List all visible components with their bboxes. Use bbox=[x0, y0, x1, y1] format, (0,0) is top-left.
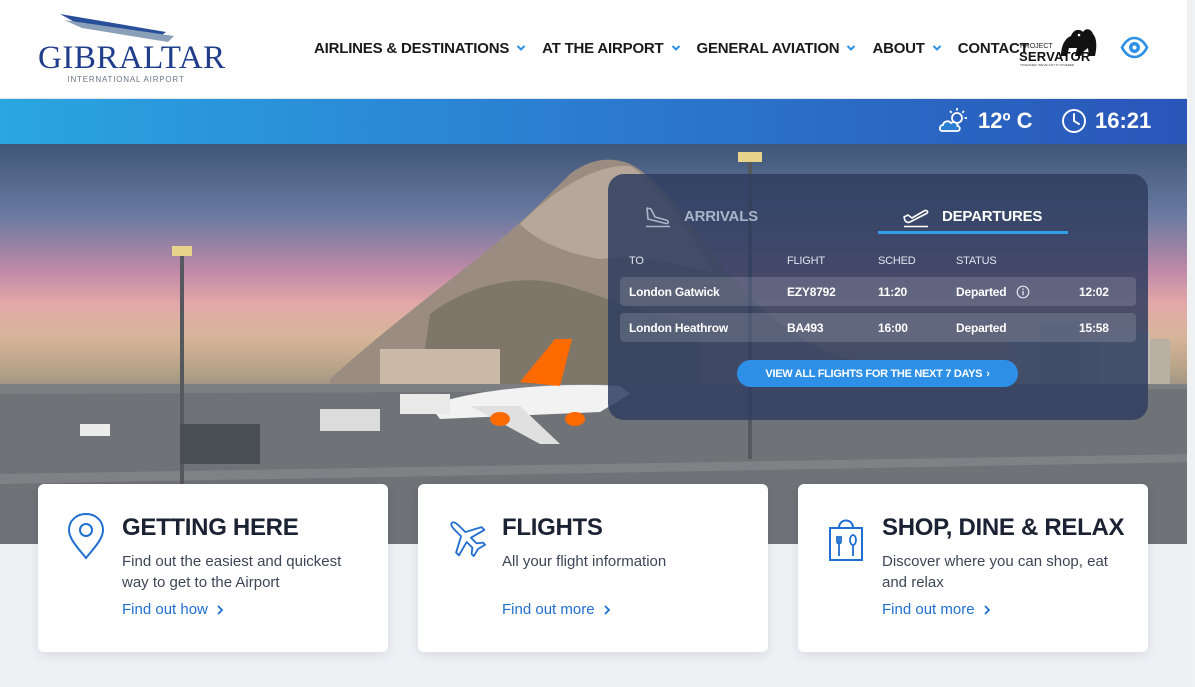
card-link-label: Find out more bbox=[882, 601, 975, 618]
chevron-right-icon bbox=[217, 604, 224, 615]
find-out-more-link[interactable]: Find out more bbox=[502, 601, 611, 618]
card-description: Find out the easiest and quickest way to… bbox=[122, 553, 342, 591]
flight-number: BA493 bbox=[787, 321, 824, 335]
temperature: 12º C bbox=[978, 108, 1033, 133]
nav-label: ABOUT bbox=[872, 39, 925, 57]
card-title: SHOP, DINE & RELAX bbox=[882, 514, 1125, 541]
card-shop-dine-relax[interactable]: SHOP, DINE & RELAX Discover where you ca… bbox=[798, 484, 1148, 652]
tab-departures-label: DEPARTURES bbox=[942, 207, 1043, 225]
column-header-status: STATUS bbox=[956, 255, 997, 267]
main-nav: AIRLINES & DESTINATIONS AT THE AIRPORT G… bbox=[314, 38, 1029, 58]
flights-panel: ARRIVALS DEPARTURES TO FLIGHT SCHED STAT… bbox=[608, 174, 1148, 420]
chevron-down-icon bbox=[671, 45, 680, 51]
airplane-icon bbox=[450, 521, 486, 557]
nav-label: AT THE AIRPORT bbox=[542, 39, 664, 57]
view-all-flights-button[interactable]: VIEW ALL FLIGHTS FOR THE NEXT 7 DAYS › bbox=[737, 360, 1018, 387]
gibraltar-logo[interactable]: GIBRALTAR INTERNATIONAL AIRPORT bbox=[38, 12, 226, 86]
tab-departures[interactable]: DEPARTURES bbox=[902, 196, 1042, 236]
flight-status: Departed bbox=[956, 321, 1007, 335]
flight-destination: London Heathrow bbox=[629, 321, 728, 335]
card-getting-here[interactable]: GETTING HERE Find out the easiest and qu… bbox=[38, 484, 388, 652]
servator-title: SERVATOR bbox=[1019, 49, 1091, 64]
site-header: GIBRALTAR INTERNATIONAL AIRPORT AIRLINES… bbox=[0, 0, 1195, 99]
flight-scheduled-time: 16:00 bbox=[878, 321, 908, 335]
find-out-more-link[interactable]: Find out more bbox=[882, 601, 991, 618]
eye-icon[interactable] bbox=[1120, 34, 1149, 61]
flight-destination: London Gatwick bbox=[629, 285, 720, 299]
servator-tagline: TOGETHER, WE'VE GOT IT COVERED bbox=[1020, 63, 1075, 67]
flight-actual-time: 12:02 bbox=[1079, 285, 1109, 299]
chevron-right-icon bbox=[983, 604, 990, 615]
nav-label: GENERAL AVIATION bbox=[696, 39, 840, 57]
card-title: GETTING HERE bbox=[122, 514, 299, 541]
shop-dine-icon bbox=[829, 519, 863, 561]
flight-status: Departed bbox=[956, 285, 1007, 299]
card-link-label: Find out more bbox=[502, 601, 595, 618]
find-out-how-link[interactable]: Find out how bbox=[122, 601, 224, 618]
flight-row[interactable]: London Gatwick EZY8792 11:20 Departed 12… bbox=[620, 277, 1136, 306]
column-header-to: TO bbox=[629, 255, 644, 267]
nav-general-aviation[interactable]: GENERAL AVIATION bbox=[697, 40, 857, 57]
flight-row[interactable]: London Heathrow BA493 16:00 Departed 15:… bbox=[620, 313, 1136, 342]
card-link-label: Find out how bbox=[122, 601, 208, 618]
nav-contact[interactable]: CONTACT bbox=[958, 40, 1029, 57]
chevron-down-icon bbox=[847, 45, 856, 51]
partly-cloudy-icon bbox=[938, 108, 967, 132]
column-header-flight: FLIGHT bbox=[787, 255, 825, 267]
chevron-right-icon bbox=[603, 604, 610, 615]
chevron-right-icon: › bbox=[986, 367, 990, 380]
card-title: FLIGHTS bbox=[502, 514, 603, 541]
chevron-down-icon bbox=[932, 45, 941, 51]
nav-label: CONTACT bbox=[957, 39, 1029, 57]
info-icon[interactable] bbox=[1016, 285, 1030, 299]
column-header-sched: SCHED bbox=[878, 255, 916, 267]
local-time: 16:21 bbox=[1095, 108, 1152, 133]
card-flights[interactable]: FLIGHTS All your flight information Find… bbox=[418, 484, 768, 652]
page-scrollbar[interactable] bbox=[1187, 0, 1195, 687]
map-pin-icon bbox=[67, 512, 105, 560]
logo-wordmark: GIBRALTAR bbox=[38, 40, 226, 76]
tab-arrivals-label: ARRIVALS bbox=[684, 207, 758, 225]
card-description: Discover where you can shop, eat and rel… bbox=[882, 553, 1108, 591]
nav-at-the-airport[interactable]: AT THE AIRPORT bbox=[542, 40, 680, 57]
nav-airlines-destinations[interactable]: AIRLINES & DESTINATIONS bbox=[314, 40, 526, 57]
chevron-down-icon bbox=[516, 45, 526, 51]
project-servator-logo[interactable]: PROJECT SERVATOR TOGETHER, WE'VE GOT IT … bbox=[1019, 26, 1099, 70]
view-all-label: VIEW ALL FLIGHTS FOR THE NEXT 7 DAYS bbox=[765, 367, 983, 380]
plane-takeoff-icon bbox=[903, 209, 929, 228]
active-tab-indicator bbox=[878, 231, 1068, 234]
flight-scheduled-time: 11:20 bbox=[878, 285, 908, 299]
nav-about[interactable]: ABOUT bbox=[872, 40, 941, 57]
flight-actual-time: 15:58 bbox=[1079, 321, 1109, 335]
logo-subtitle: INTERNATIONAL AIRPORT bbox=[67, 75, 185, 84]
tab-arrivals[interactable]: ARRIVALS bbox=[644, 196, 758, 236]
nav-label: AIRLINES & DESTINATIONS bbox=[314, 39, 510, 57]
flight-number: EZY8792 bbox=[787, 285, 836, 299]
plane-landing-icon bbox=[646, 207, 670, 228]
clock-icon bbox=[1062, 109, 1086, 133]
card-description: All your flight information bbox=[502, 553, 667, 570]
